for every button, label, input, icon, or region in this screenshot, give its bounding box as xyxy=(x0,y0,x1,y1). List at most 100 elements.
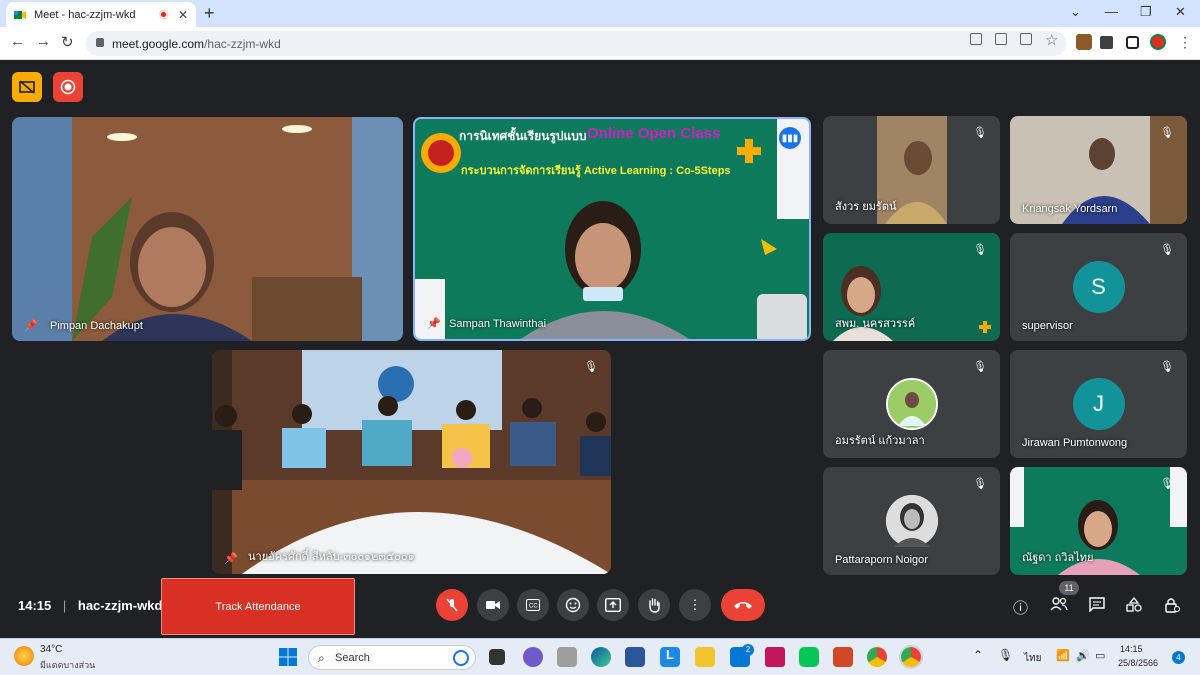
mic-off-icon: 🎙 xyxy=(1160,361,1174,373)
avatar: J xyxy=(1072,378,1125,430)
chat-icon[interactable] xyxy=(1089,597,1105,616)
url-input[interactable]: meet.google.com/hac-zzjm-wkd xyxy=(86,31,1066,56)
participant-name: นายอัครศักดิ์ สีหลับ-๓๐๐๑๒๓๕๐๐๑ xyxy=(248,551,415,563)
mic-off-icon: 🎙 xyxy=(973,244,987,256)
meeting-details-info-icon[interactable]: ⓘ xyxy=(1013,597,1028,618)
mic-off-icon: 🎙 xyxy=(1160,244,1174,256)
close-tab-icon[interactable]: ✕ xyxy=(178,8,188,22)
weather-icon[interactable] xyxy=(14,646,34,666)
line-app-icon[interactable] xyxy=(799,647,819,667)
meeting-code: hac-zzjm-wkd xyxy=(77,598,163,613)
notification-count-badge[interactable]: 4 xyxy=(1172,651,1185,664)
participant-name: supervisor xyxy=(1022,320,1073,332)
profile-avatar[interactable] xyxy=(1150,34,1166,50)
speaking-indicator-icon: ▮▮▮ xyxy=(779,127,801,149)
slide-title-en: Online Open Class xyxy=(587,125,721,142)
chrome-icon[interactable] xyxy=(867,647,887,667)
participant-count-badge: 11 xyxy=(1059,581,1079,595)
closed-captions-icon: CC xyxy=(526,599,540,611)
lock-icon xyxy=(96,38,104,47)
captions-button[interactable]: CC xyxy=(517,589,549,621)
recording-icon[interactable] xyxy=(53,72,83,102)
participant-tile[interactable]: 🎙 สังวร ยมรัตน์ xyxy=(823,116,1000,224)
forward-arrow-icon[interactable]: → xyxy=(36,33,51,50)
powerpoint-icon[interactable] xyxy=(833,647,853,667)
avatar xyxy=(885,378,938,430)
raise-hand-button[interactable] xyxy=(638,589,670,621)
more-options-button[interactable]: ⋮ xyxy=(679,589,711,621)
participant-tile[interactable]: 📌 Pimpan Dachakupt xyxy=(12,117,403,341)
close-window-button[interactable]: ✕ xyxy=(1175,4,1186,20)
leave-call-button[interactable] xyxy=(721,589,765,621)
slide-process-text: กระบวนการจัดการเรียนรู้ Active Learning … xyxy=(461,165,731,177)
edge-icon[interactable] xyxy=(591,647,611,667)
weather-temp[interactable]: 34°C xyxy=(40,644,62,655)
more-menu-icon[interactable]: ⋮ xyxy=(1178,34,1192,51)
chrome-profile-icon[interactable] xyxy=(899,645,923,669)
camera-toggle-button[interactable] xyxy=(477,589,509,621)
battery-icon[interactable]: ▭ xyxy=(1095,649,1105,662)
translate-icon[interactable] xyxy=(995,33,1007,45)
side-panel-icon[interactable] xyxy=(1126,36,1139,49)
participant-tile[interactable]: 🎙 📌 นายอัครศักดิ์ สีหลับ-๓๐๐๑๒๓๕๐๐๑ xyxy=(212,350,611,574)
participant-tile[interactable]: S 🎙 supervisor xyxy=(1010,233,1187,341)
mail-badge: 2 xyxy=(742,644,754,656)
snipping-tool-icon[interactable] xyxy=(765,647,785,667)
avatar: S xyxy=(1072,261,1125,313)
people-icon[interactable] xyxy=(1050,597,1068,615)
file-explorer-icon[interactable] xyxy=(695,647,715,667)
extensions-puzzle-icon[interactable] xyxy=(1100,36,1113,49)
participant-tile[interactable]: J 🎙 Jirawan Pumtonwong xyxy=(1010,350,1187,458)
input-language[interactable]: ไทย xyxy=(1024,651,1041,666)
captions-off-icon[interactable] xyxy=(12,72,42,102)
task-view-icon[interactable] xyxy=(489,649,505,665)
participant-tile[interactable]: 🎙 อมรรัตน์ แก้วมาลา xyxy=(823,350,1000,458)
participant-tile[interactable]: 🎙 ณัฐดา ถวิลไทย xyxy=(1010,467,1187,575)
start-windows-icon[interactable] xyxy=(278,647,298,667)
track-attendance-button[interactable]: Track Attendance xyxy=(161,578,355,635)
meeting-info: 14:15 | hac-zzjm-wkd xyxy=(18,598,162,613)
app-icon[interactable] xyxy=(557,647,577,667)
participant-tile[interactable]: 🎙 Pattaraporn Noigor xyxy=(823,467,1000,575)
participant-tile[interactable]: 🎙 Kriangsak Yordsarn xyxy=(1010,116,1187,224)
mic-off-icon: 🎙 xyxy=(973,127,987,139)
emoji-icon xyxy=(565,597,581,613)
mic-off-icon: 🎙 xyxy=(973,478,987,490)
clock-date: 25/8/2566 xyxy=(1118,658,1159,668)
teams-chat-icon[interactable] xyxy=(523,647,543,667)
meet-favicon-icon xyxy=(14,10,26,20)
taskbar-search-input[interactable]: ⌕ Search xyxy=(308,645,476,670)
participant-name: Pimpan Dachakupt xyxy=(50,320,143,332)
back-arrow-icon[interactable]: ← xyxy=(10,33,25,50)
pin-icon: 📌 xyxy=(24,320,38,332)
app-l-icon[interactable]: L xyxy=(660,647,680,667)
new-tab-button[interactable]: + xyxy=(204,3,215,24)
participant-tile-active-speaker[interactable]: การนิเทศชั้นเรียนรูปแบบ Online Open Clas… xyxy=(413,117,811,341)
host-controls-lock-icon[interactable] xyxy=(1164,597,1180,617)
tray-chevron-up-icon[interactable]: ⌃ xyxy=(973,648,983,662)
url-path: /hac-zzjm-wkd xyxy=(204,36,281,51)
minimize-button[interactable]: — xyxy=(1105,4,1118,19)
pin-icon: 📌 xyxy=(427,318,441,330)
mic-toggle-button[interactable] xyxy=(436,589,468,621)
extension-avatar-icon[interactable] xyxy=(1076,34,1092,50)
bookmark-star-icon[interactable]: ☆ xyxy=(1045,31,1058,49)
tray-mic-icon[interactable]: 🎙 xyxy=(998,648,1013,662)
wifi-icon[interactable]: 📶 xyxy=(1056,649,1070,662)
hand-icon xyxy=(649,598,660,613)
camera-icon[interactable] xyxy=(970,33,982,45)
present-screen-button[interactable] xyxy=(597,589,629,621)
pin-icon: 📌 xyxy=(224,553,238,565)
clock-time[interactable]: 14:15 xyxy=(1120,644,1143,654)
tab-search-icon[interactable]: ⌄ xyxy=(1070,4,1081,20)
reactions-button[interactable] xyxy=(557,589,589,621)
volume-icon[interactable]: 🔊 xyxy=(1076,649,1090,662)
word-icon[interactable] xyxy=(625,647,645,667)
mic-off-icon xyxy=(446,598,458,612)
share-icon[interactable] xyxy=(1020,33,1032,45)
reload-icon[interactable]: ↻ xyxy=(61,33,74,51)
browser-tab[interactable]: Meet - hac-zzjm-wkd ✕ xyxy=(6,2,196,27)
maximize-button[interactable]: ❐ xyxy=(1140,4,1152,20)
participant-tile[interactable]: 🎙 สพม. นครสวรรค์ xyxy=(823,233,1000,341)
activities-icon[interactable] xyxy=(1126,596,1142,616)
